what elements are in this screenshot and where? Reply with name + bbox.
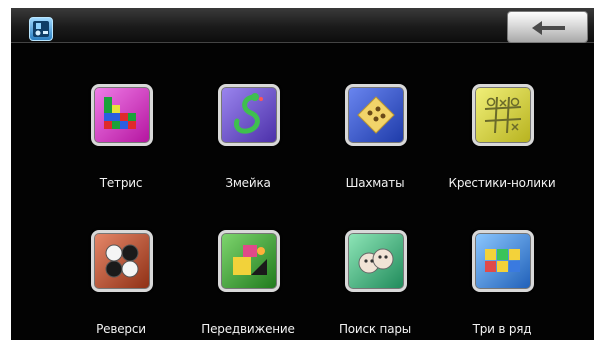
- left-arrow-icon: [532, 21, 565, 35]
- games-screen: Тетрис Змейка Шахматы Крестики-нолики Ре…: [11, 8, 594, 340]
- game-label-three-in-row: Три в ряд: [472, 322, 532, 336]
- tic-tac-toe-icon: [472, 84, 534, 146]
- app-settings-icon[interactable]: [29, 17, 53, 41]
- game-tile-tetris[interactable]: Тетрис: [56, 84, 186, 214]
- game-tile-reversi[interactable]: Реверси: [56, 230, 186, 340]
- game-tile-snake[interactable]: Змейка: [183, 84, 313, 214]
- move-puzzle-icon: [218, 230, 280, 292]
- game-tile-tic-tac-toe[interactable]: Крестики-нолики: [437, 84, 567, 214]
- game-tile-chess[interactable]: Шахматы: [310, 84, 440, 214]
- game-label-tic-tac-toe: Крестики-нолики: [448, 176, 556, 190]
- game-tile-find-pair[interactable]: Поиск пары: [310, 230, 440, 340]
- game-tile-three-in-row[interactable]: Три в ряд: [437, 230, 567, 340]
- game-tile-move[interactable]: Передвижение: [183, 230, 313, 340]
- reversi-icon: [91, 230, 153, 292]
- three-in-row-icon: [472, 230, 534, 292]
- tetris-icon: [91, 84, 153, 146]
- games-grid: Тетрис Змейка Шахматы Крестики-нолики Ре…: [11, 42, 594, 340]
- top-bar: [11, 8, 594, 43]
- back-button[interactable]: [507, 11, 588, 43]
- find-pair-icon: [345, 230, 407, 292]
- chess-board-icon: [345, 84, 407, 146]
- snake-icon: [218, 84, 280, 146]
